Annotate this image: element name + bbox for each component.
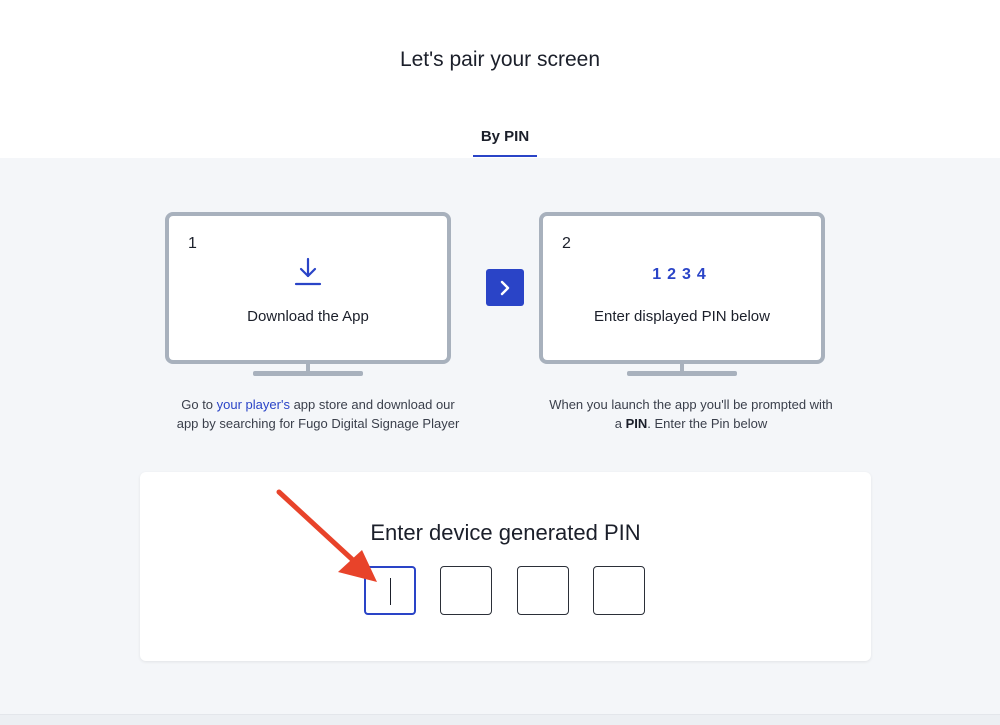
- red-arrow-icon: [276, 489, 377, 582]
